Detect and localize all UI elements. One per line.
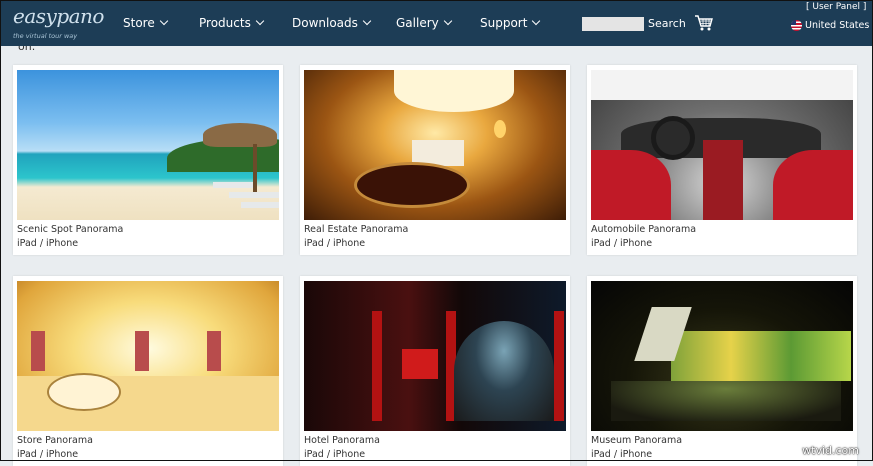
- gallery-card-hotel[interactable]: Hotel Panorama iPad / iPhone: [300, 276, 570, 466]
- museum-panorama-image[interactable]: [591, 281, 853, 431]
- nav-store[interactable]: Store: [123, 16, 168, 30]
- gallery-card-scenic-spot[interactable]: Scenic Spot Panorama iPad / iPhone: [13, 65, 283, 255]
- card-subtitle: iPad / iPhone: [17, 238, 79, 249]
- top-navigation-bar: easypano the virtual tour way Store Prod…: [0, 0, 873, 46]
- card-subtitle: iPad / iPhone: [304, 449, 366, 460]
- nav-store-label: Store: [123, 16, 155, 30]
- gallery-card-store[interactable]: Store Panorama iPad / iPhone: [13, 276, 283, 466]
- store-panorama-image[interactable]: [17, 281, 279, 431]
- chevron-down-icon: [532, 16, 541, 26]
- chevron-down-icon: [159, 16, 168, 26]
- real-estate-panorama-image[interactable]: [304, 70, 566, 220]
- automobile-panorama-image[interactable]: [591, 70, 853, 220]
- logo-wordmark: easypano: [13, 4, 104, 28]
- watermark: wtvid.com: [802, 444, 859, 457]
- us-flag-icon: [791, 20, 802, 31]
- gallery-card-real-estate[interactable]: Real Estate Panorama iPad / iPhone: [300, 65, 570, 255]
- nav-support[interactable]: Support: [480, 16, 541, 30]
- card-title[interactable]: Museum Panorama: [591, 435, 682, 446]
- region-selector[interactable]: United States: [805, 20, 869, 31]
- user-panel-link[interactable]: [ User Panel ]: [806, 2, 866, 12]
- nav-downloads-label: Downloads: [292, 16, 358, 30]
- card-subtitle: iPad / iPhone: [304, 238, 366, 249]
- hotel-panorama-image[interactable]: [304, 281, 566, 431]
- card-subtitle: iPad / iPhone: [591, 238, 653, 249]
- card-title[interactable]: Store Panorama: [17, 435, 93, 446]
- chevron-down-icon: [443, 16, 452, 26]
- nav-gallery[interactable]: Gallery: [396, 16, 452, 30]
- nav-products[interactable]: Products: [199, 16, 265, 30]
- card-subtitle: iPad / iPhone: [591, 449, 653, 460]
- card-title[interactable]: Automobile Panorama: [591, 224, 696, 235]
- card-title[interactable]: Scenic Spot Panorama: [17, 224, 123, 235]
- card-title[interactable]: Real Estate Panorama: [304, 224, 408, 235]
- gallery-card-museum[interactable]: Museum Panorama iPad / iPhone: [587, 276, 857, 466]
- chevron-down-icon: [362, 16, 372, 26]
- nav-support-label: Support: [480, 16, 528, 30]
- search-button[interactable]: Search: [648, 17, 686, 30]
- nav-downloads[interactable]: Downloads: [292, 16, 372, 30]
- shopping-cart-icon[interactable]: [694, 13, 714, 33]
- logo-tagline: the virtual tour way: [13, 32, 78, 40]
- nav-gallery-label: Gallery: [396, 16, 439, 30]
- gallery-card-automobile[interactable]: Automobile Panorama iPad / iPhone: [587, 65, 857, 255]
- nav-products-label: Products: [199, 16, 251, 30]
- chevron-down-icon: [255, 16, 265, 26]
- card-subtitle: iPad / iPhone: [17, 449, 79, 460]
- easypano-logo[interactable]: easypano the virtual tour way: [13, 4, 104, 42]
- search-input[interactable]: [582, 17, 644, 31]
- card-title[interactable]: Hotel Panorama: [304, 435, 380, 446]
- scenic-spot-panorama-image[interactable]: [17, 70, 279, 220]
